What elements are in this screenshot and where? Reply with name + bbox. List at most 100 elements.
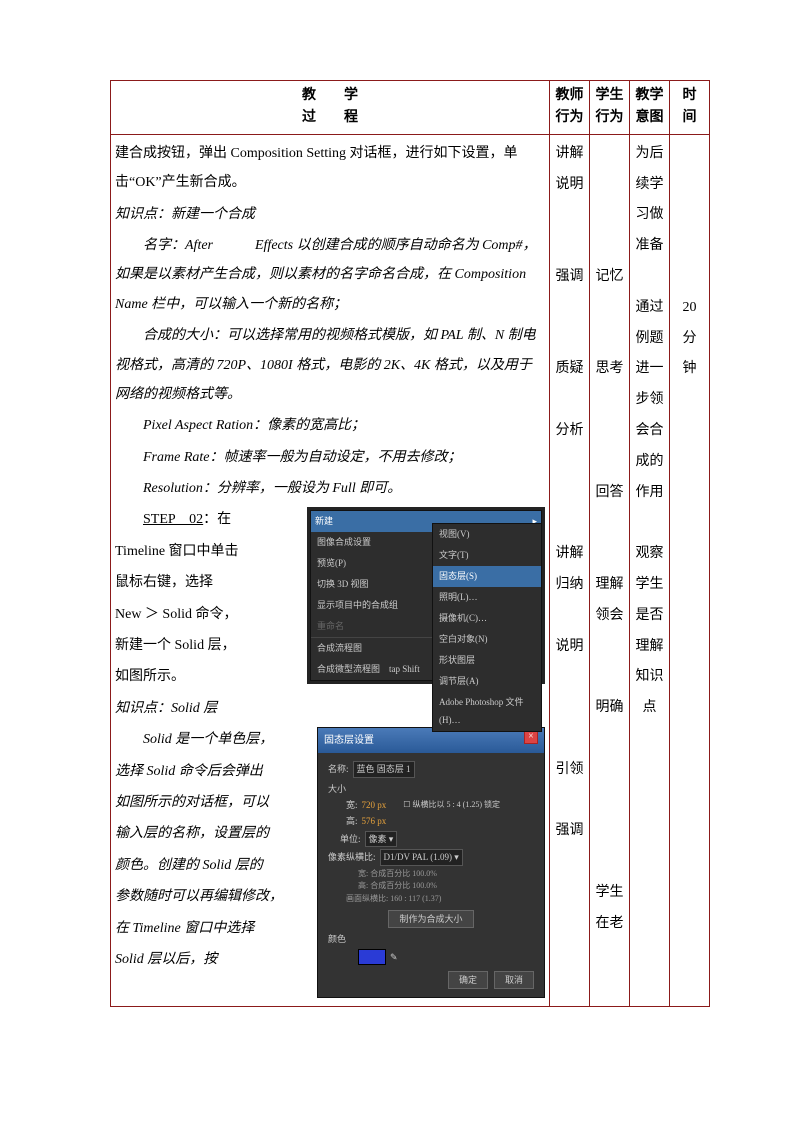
ss2-par-label: 像素纵横比: <box>328 850 376 864</box>
student-cell: 记忆 思考 回答 理解 领会 明确 学生 在老 <box>590 134 630 1006</box>
teacher-item: 引领 <box>556 762 584 777</box>
ss1-switch3d: 切换 3D 视图 <box>317 575 369 594</box>
intent-item: 进一 <box>636 361 664 376</box>
ss2-name-label: 名称: <box>328 762 349 776</box>
student-item: 思考 <box>596 361 624 376</box>
proc-p7: Resolution：分辨率，一般设为 Full 即可。 <box>115 474 545 503</box>
intent-item: 为后 <box>636 146 664 161</box>
step2-label: STEP 02 <box>143 512 203 527</box>
ss2-lock[interactable]: ☐ 纵横比以 5 : 4 (1.25) 锁定 <box>403 799 500 812</box>
hdr-proc-l2: 过 程 <box>302 110 358 125</box>
ss2-h-val[interactable]: 576 px <box>362 814 387 828</box>
proc-p3: 名字：After Effects 以创建合成的顺序自动命名为 Comp#，如果是… <box>115 231 545 319</box>
hdr-student-l1: 学生 <box>596 88 624 103</box>
ss1-compset: 图像合成设置 <box>317 533 371 552</box>
student-item: 回答 <box>596 485 624 500</box>
ss1-flowchart: 合成流程图 <box>317 639 362 658</box>
teacher-item: 强调 <box>556 269 584 284</box>
hdr-time-l2: 间 <box>683 110 697 125</box>
ss2-unit-select[interactable]: 像素 ▾ <box>365 831 398 847</box>
hdr-student-l2: 行为 <box>596 110 624 125</box>
context-menu-screenshot: 新建▸ 图像合成设置 预览(P)▸ 切换 3D 视图▸ 显示项目中的合成组 重命… <box>307 507 545 683</box>
intent-item: 成的 <box>636 454 664 469</box>
ss2-info2: 高: 合成百分比 100.0% <box>328 880 534 893</box>
ss1-miniflow: 合成微型流程图 tap Shift <box>317 660 420 679</box>
header-student: 学生 行为 <box>590 81 630 135</box>
header-process: 教 学 过 程 <box>111 81 550 135</box>
teacher-item: 质疑 <box>556 361 584 376</box>
ss1-text: 文字(T) <box>439 546 469 565</box>
time-unit: 钟 <box>683 361 697 376</box>
hdr-intent-l2: 意图 <box>636 110 664 125</box>
intent-item: 学生 <box>636 577 664 592</box>
teacher-item: 说明 <box>556 177 584 192</box>
ss2-info3: 画面纵横比: 160 : 117 (1.37) <box>328 893 534 906</box>
intent-item: 通过 <box>636 300 664 315</box>
teacher-item: 讲解 <box>556 546 584 561</box>
proc-p1: 建合成按钮，弹出 Composition Setting 对话框，进行如下设置，… <box>115 139 545 198</box>
hdr-time-l1: 时 <box>683 88 697 103</box>
proc-p6: Frame Rate：帧速率一般为自动设定，不用去修改； <box>115 443 545 472</box>
ss1-null: 空白对象(N) <box>439 630 488 649</box>
teacher-item: 强调 <box>556 823 584 838</box>
student-item: 理解 <box>596 577 624 592</box>
time-unit: 分 <box>683 331 697 346</box>
student-item: 在老 <box>596 916 624 931</box>
ss1-showcomp: 显示项目中的合成组 <box>317 596 398 615</box>
ss1-adjust: 调节层(A) <box>439 672 479 691</box>
intent-cell: 为后 续学 习做 准备 通过 例题 进一 步领 会合 成的 作用 观察 学生 是… <box>630 134 670 1006</box>
student-item: 学生 <box>596 885 624 900</box>
ss1-view: 视图(V) <box>439 525 470 544</box>
hdr-teacher-l1: 教师 <box>556 88 584 103</box>
ss2-w-label: 宽: <box>346 798 358 812</box>
time-cell: 20 分 钟 <box>670 134 710 1006</box>
ss2-info1: 宽: 合成百分比 100.0% <box>328 868 534 881</box>
ss1-camera: 摄像机(C)… <box>439 609 487 628</box>
intent-item: 例题 <box>636 331 664 346</box>
hdr-proc-l1: 教 学 <box>302 88 358 103</box>
solid-settings-screenshot: 固态层设置 × 名称: 蓝色 固态层 1 大小 宽: 720 px ☐ 纵横比以… <box>317 727 545 998</box>
process-cell: 建合成按钮，弹出 Composition Setting 对话框，进行如下设置，… <box>111 134 550 1006</box>
intent-item: 续学 <box>636 177 664 192</box>
cancel-button[interactable]: 取消 <box>494 971 534 989</box>
header-intent: 教学 意图 <box>630 81 670 135</box>
eyedropper-icon[interactable]: ✎ <box>390 950 398 964</box>
time-val: 20 <box>683 300 697 315</box>
ok-button[interactable]: 确定 <box>448 971 488 989</box>
teacher-item: 说明 <box>556 639 584 654</box>
ss2-name-field[interactable]: 蓝色 固态层 1 <box>353 761 415 777</box>
ss2-title: 固态层设置 <box>324 730 374 751</box>
ss2-par-select[interactable]: D1/DV PAL (1.09) ▾ <box>380 849 463 865</box>
intent-item: 会合 <box>636 423 664 438</box>
intent-item: 习做 <box>636 207 664 222</box>
ss1-rename: 重命名 <box>317 617 344 636</box>
header-time: 时 间 <box>670 81 710 135</box>
ss1-shape: 形状图层 <box>439 651 475 670</box>
hdr-intent-l1: 教学 <box>636 88 664 103</box>
hdr-teacher-l2: 行为 <box>556 110 584 125</box>
ss1-new: 新建 <box>315 512 333 531</box>
teacher-item: 讲解 <box>556 146 584 161</box>
header-teacher: 教师 行为 <box>550 81 590 135</box>
intent-item: 理解 <box>636 639 664 654</box>
teacher-item: 分析 <box>556 423 584 438</box>
student-item: 明确 <box>596 700 624 715</box>
make-comp-size-button[interactable]: 制作为合成大小 <box>388 910 473 928</box>
teacher-item: 归纳 <box>556 577 584 592</box>
ss2-unit-label: 单位: <box>340 832 361 846</box>
ss2-w-val[interactable]: 720 px <box>362 798 387 812</box>
teacher-cell: 讲解 说明 强调 质疑 分析 讲解 归纳 说明 引领 强调 <box>550 134 590 1006</box>
ss2-h-label: 高: <box>346 814 358 828</box>
student-item: 领会 <box>596 608 624 623</box>
ss1-solid: 固态层(S) <box>439 567 477 586</box>
color-swatch[interactable] <box>358 949 386 965</box>
intent-item: 点 <box>643 700 657 715</box>
intent-item: 步领 <box>636 392 664 407</box>
step2-after: ：在 <box>203 512 231 527</box>
intent-item: 是否 <box>636 608 664 623</box>
ss2-size-heading: 大小 <box>328 782 346 796</box>
proc-p5: Pixel Aspect Ration：像素的宽高比； <box>115 411 545 440</box>
proc-p2: 知识点：新建一个合成 <box>115 200 545 229</box>
student-item: 记忆 <box>596 269 624 284</box>
ss1-psd: Adobe Photoshop 文件(H)… <box>439 693 535 731</box>
